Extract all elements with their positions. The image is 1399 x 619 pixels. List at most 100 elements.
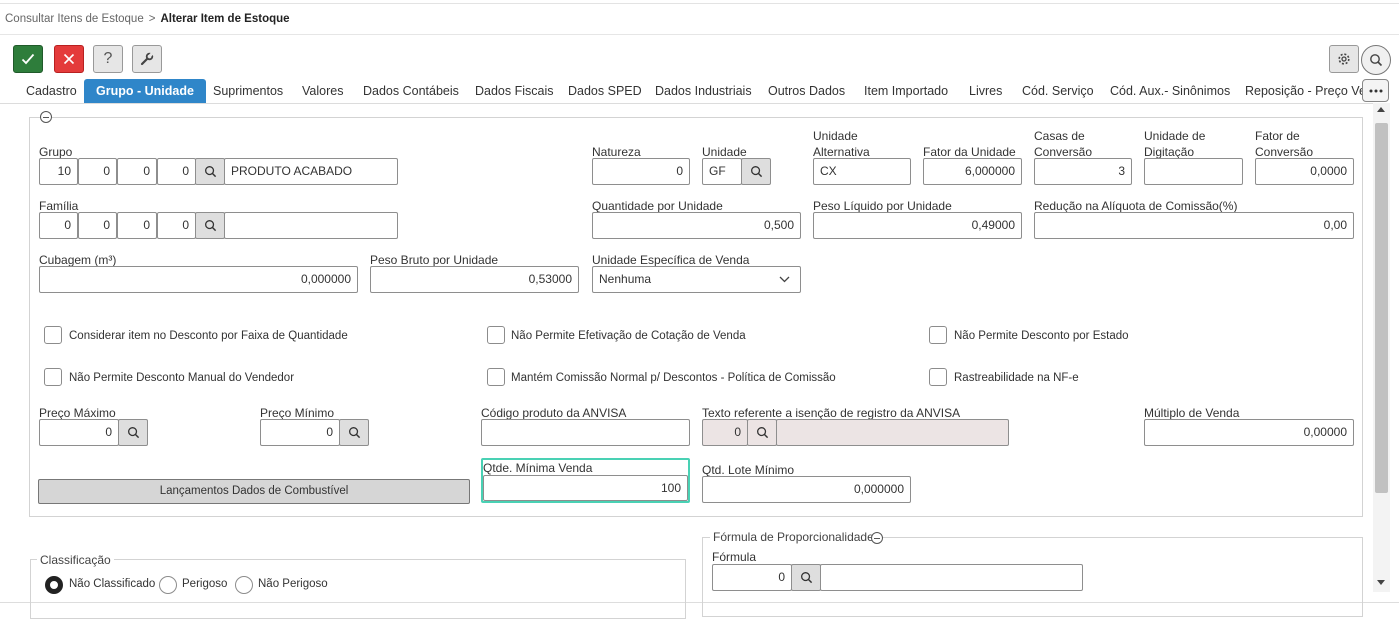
header-divider	[0, 34, 1399, 35]
save-button[interactable]	[13, 45, 43, 73]
formula-label: Fórmula	[712, 550, 757, 564]
tab-item-importado[interactable]: Item Importado	[852, 79, 960, 103]
unidade-search-button[interactable]	[741, 158, 771, 185]
familia-field-4[interactable]: 0	[157, 212, 196, 239]
tab-dados-contabeis[interactable]: Dados Contábeis	[351, 79, 471, 103]
grupo-field-1[interactable]: 10	[39, 158, 78, 185]
preco-maximo-input[interactable]: 0	[39, 419, 119, 446]
more-tabs-button[interactable]	[1362, 79, 1389, 102]
scroll-up-icon[interactable]	[1377, 107, 1385, 112]
nao-perigoso-radio[interactable]	[235, 576, 253, 594]
formula-input[interactable]: 0	[712, 564, 792, 591]
unidade-digitacao-input[interactable]	[1144, 158, 1243, 185]
tools-button[interactable]	[132, 45, 162, 73]
tab-reposicao-preco-venda[interactable]: Reposição - Preço Venda	[1233, 79, 1364, 103]
isencao-anvisa-search-button[interactable]	[747, 419, 777, 446]
tab-grupo-unidade[interactable]: Grupo - Unidade	[84, 79, 206, 103]
casas-conversao-label: Casas de	[1034, 129, 1085, 143]
qtde-minima-label: Qtde. Mínima Venda	[483, 461, 593, 475]
search-icon	[800, 572, 812, 584]
natureza-input[interactable]: 0	[592, 158, 690, 185]
check-icon	[21, 53, 35, 65]
unidade-input[interactable]: GF	[702, 158, 742, 185]
tab-dados-industriais[interactable]: Dados Industriais	[643, 79, 764, 103]
nao-perigoso-label: Não Perigoso	[258, 578, 328, 590]
cubagem-input[interactable]: 0,000000	[39, 266, 358, 293]
search-button[interactable]	[1361, 45, 1391, 75]
tab-cod-aux-sinonimos[interactable]: Cód. Aux.- Sinônimos	[1098, 79, 1242, 103]
combustivel-button[interactable]: Lançamentos Dados de Combustível	[38, 479, 470, 504]
help-icon: ?	[103, 50, 113, 67]
unidade-especifica-select[interactable]: Nenhuma	[592, 266, 801, 293]
tab-dados-fiscais[interactable]: Dados Fiscais	[463, 79, 566, 103]
reducao-aliquota-input[interactable]: 0,00	[1034, 212, 1354, 239]
tab-dados-sped[interactable]: Dados SPED	[556, 79, 654, 103]
tab-outros-dados[interactable]: Outros Dados	[756, 79, 857, 103]
unidade-alternativa-input[interactable]: CX	[813, 158, 911, 185]
qtd-lote-input[interactable]: 0,000000	[702, 476, 911, 503]
quantidade-unidade-input[interactable]: 0,500	[592, 212, 801, 239]
peso-liquido-input[interactable]: 0,49000	[813, 212, 1022, 239]
rastreabilidade-checkbox[interactable]	[929, 368, 947, 386]
search-icon	[1370, 54, 1383, 67]
desconto-manual-checkbox[interactable]	[44, 368, 62, 386]
grupo-description: PRODUTO ACABADO	[224, 158, 398, 185]
search-icon	[750, 166, 762, 178]
grupo-field-3[interactable]: 0	[117, 158, 157, 185]
fator-unidade-input[interactable]: 6,000000	[923, 158, 1022, 185]
preco-minimo-search-button[interactable]	[339, 419, 369, 446]
tab-bar: Cadastro Grupo - Unidade Suprimentos Val…	[14, 79, 1364, 103]
fator-conversao-input[interactable]: 0,0000	[1255, 158, 1354, 185]
search-icon	[204, 166, 216, 178]
settings-button[interactable]	[1329, 45, 1359, 73]
breadcrumb-parent[interactable]: Consultar Itens de Estoque	[5, 13, 144, 25]
grupo-field-2[interactable]: 0	[78, 158, 117, 185]
formula-search-button[interactable]	[791, 564, 821, 591]
cotacao-venda-checkbox[interactable]	[487, 326, 505, 344]
grupo-search-button[interactable]	[195, 158, 225, 185]
tab-suprimentos[interactable]: Suprimentos	[201, 79, 295, 103]
desconto-faixa-checkbox[interactable]	[44, 326, 62, 344]
familia-search-button[interactable]	[195, 212, 225, 239]
preco-maximo-search-button[interactable]	[118, 419, 148, 446]
breadcrumb-current: Alterar Item de Estoque	[160, 13, 290, 25]
familia-field-2[interactable]: 0	[78, 212, 117, 239]
tab-livres[interactable]: Livres	[957, 79, 1014, 103]
tab-valores[interactable]: Valores	[290, 79, 355, 103]
familia-field-1[interactable]: 0	[39, 212, 78, 239]
perigoso-label: Perigoso	[182, 578, 228, 590]
multiplo-venda-input[interactable]: 0,00000	[1144, 419, 1354, 446]
qtde-minima-input[interactable]: 100	[483, 475, 688, 501]
tab-cod-servico[interactable]: Cód. Serviço	[1010, 79, 1106, 103]
formula-legend: Fórmula de Proporcionalidade	[710, 530, 877, 544]
scrollbar-thumb[interactable]	[1375, 123, 1388, 493]
breadcrumb-separator: >	[148, 13, 156, 25]
gear-icon	[1338, 53, 1350, 65]
codigo-anvisa-input[interactable]	[481, 419, 690, 446]
casas-conversao-input[interactable]: 3	[1034, 158, 1132, 185]
top-strip	[0, 0, 1399, 4]
search-icon	[127, 427, 139, 439]
preco-minimo-input[interactable]: 0	[260, 419, 340, 446]
tab-cadastro[interactable]: Cadastro	[14, 79, 89, 103]
comissao-normal-label: Mantém Comissão Normal p/ Descontos - Po…	[511, 372, 836, 384]
cancel-button[interactable]	[54, 45, 84, 73]
scroll-down-icon[interactable]	[1377, 580, 1385, 585]
formula-description	[820, 564, 1083, 591]
help-button[interactable]: ?	[93, 45, 123, 73]
desconto-estado-checkbox[interactable]	[929, 326, 947, 344]
familia-field-3[interactable]: 0	[117, 212, 157, 239]
unidade-digitacao-label: Unidade de	[1144, 129, 1206, 143]
desconto-faixa-label: Considerar item no Desconto por Faixa de…	[69, 330, 348, 342]
peso-bruto-input[interactable]: 0,53000	[370, 266, 579, 293]
comissao-normal-checkbox[interactable]	[487, 368, 505, 386]
nao-classificado-radio[interactable]	[45, 576, 63, 594]
collapse-icon[interactable]	[40, 111, 52, 123]
isencao-anvisa-description	[776, 419, 1009, 446]
breadcrumb: Consultar Itens de Estoque > Alterar Item …	[5, 13, 290, 25]
familia-description	[224, 212, 398, 239]
formula-collapse-icon[interactable]	[871, 532, 883, 544]
desconto-manual-label: Não Permite Desconto Manual do Vendedor	[69, 372, 295, 384]
perigoso-radio[interactable]	[159, 576, 177, 594]
grupo-field-4[interactable]: 0	[157, 158, 196, 185]
